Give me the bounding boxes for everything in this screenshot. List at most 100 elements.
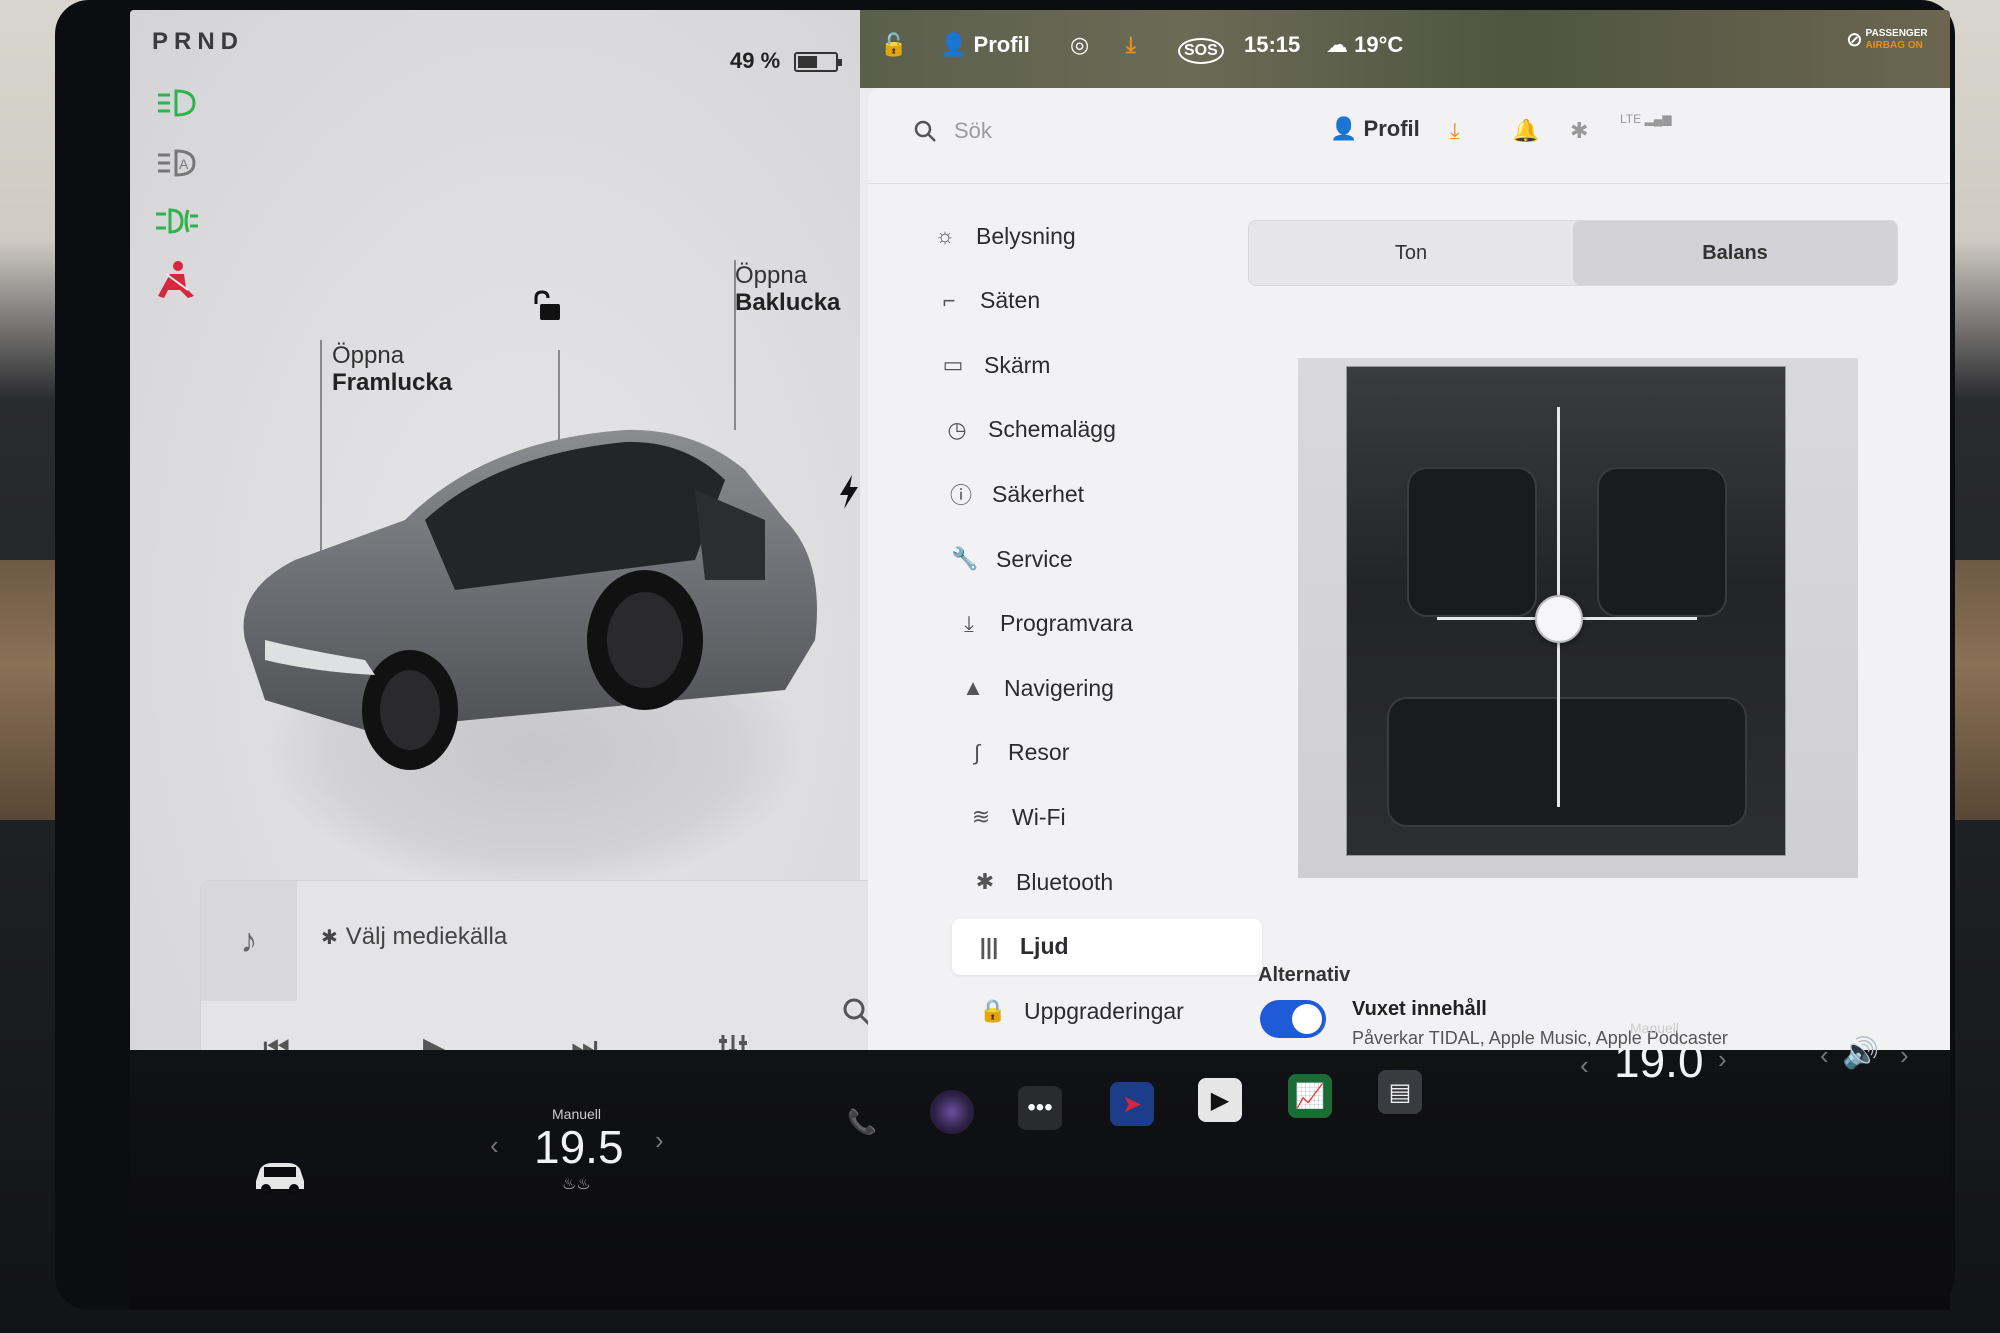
left-temp-decrease[interactable]: ‹: [490, 1130, 499, 1161]
nav-item-belysning[interactable]: ☼ Belysning: [908, 208, 1218, 264]
nav-item-label: Säkerhet: [992, 480, 1085, 507]
car-icon[interactable]: [250, 1155, 310, 1195]
right-temp-decrease[interactable]: ‹: [1580, 1050, 1589, 1081]
auto-headlight-icon[interactable]: A: [154, 146, 198, 180]
seat-icon: ⌐: [942, 287, 956, 313]
navigation-icon: ▲: [962, 675, 984, 701]
sun-icon: ☼: [934, 223, 956, 248]
notification-bell-icon[interactable]: 🔔: [1512, 118, 1539, 144]
gear-selector[interactable]: PRND: [152, 28, 244, 56]
nav-item-programvara[interactable]: ⤓ Programvara: [932, 596, 1242, 652]
fog-light-icon[interactable]: [154, 204, 198, 238]
trunk-open-label[interactable]: Öppna Baklucka: [735, 262, 840, 316]
more-icon[interactable]: •••: [1018, 1086, 1062, 1130]
nav-item-label: Ljud: [1020, 933, 1069, 960]
phone-icon[interactable]: 📞: [840, 1100, 884, 1144]
rear-seat: [1387, 697, 1747, 827]
front-left-seat: [1407, 467, 1537, 617]
unlock-icon[interactable]: [530, 290, 564, 324]
sos-icon[interactable]: SOS: [1178, 38, 1224, 64]
bluetooth-status-icon[interactable]: ✱: [1570, 118, 1588, 144]
nav-item-säten[interactable]: ⌐ Säten: [912, 273, 1222, 329]
clock-icon: ◷: [947, 416, 967, 442]
battery-percent: 49 %: [730, 48, 781, 73]
wifi-icon: ≋: [971, 804, 991, 830]
person-icon: 👤: [940, 32, 974, 57]
nav-item-label: Skärm: [984, 351, 1051, 378]
nav-item-label: Programvara: [1000, 610, 1133, 637]
stocks-icon[interactable]: 📈: [1288, 1074, 1332, 1118]
tab-balans[interactable]: Balans: [1573, 221, 1897, 285]
touchscreen: PRND 49 % A Öppna Framlucka Öppna Bakluc…: [130, 10, 1950, 1140]
nav-item-label: Navigering: [1004, 674, 1114, 701]
person-icon: 👤: [1330, 116, 1364, 141]
tab-ton[interactable]: Ton: [1249, 221, 1573, 285]
left-temperature[interactable]: 19.5: [534, 1120, 624, 1174]
settings-topbar: 👤 Profil ⤓ 🔔 ✱ LTE ▂▄▆: [868, 88, 1950, 184]
status-profile[interactable]: 👤 Profil: [940, 32, 1030, 58]
lte-label: LTE: [1620, 112, 1642, 126]
nav-item-label: Service: [996, 545, 1073, 572]
trips-icon: ∫: [973, 739, 981, 765]
nav-item-label: Schemalägg: [988, 416, 1116, 443]
nav-item-säkerhet[interactable]: ⓘ Säkerhet: [924, 466, 1234, 522]
balance-control: [1298, 358, 1858, 878]
nav-item-service[interactable]: 🔧 Service: [928, 531, 1238, 587]
balance-handle[interactable]: [1535, 595, 1583, 643]
cabin-top-view-image: [1346, 366, 1786, 856]
car-panel: PRND 49 % A Öppna Framlucka Öppna Bakluc…: [130, 10, 920, 1140]
settings-panel: 👤 Profil ⤓ 🔔 ✱ LTE ▂▄▆ ☼ Belysning ⌐ Säten ▭…: [868, 88, 1950, 1140]
seat-heater-icon[interactable]: ♨♨: [562, 1174, 591, 1194]
airbag-line2: AIRBAG ON: [1865, 40, 1923, 51]
screen-icon: ▭: [942, 352, 964, 378]
navigation-app-icon[interactable]: ➤: [1110, 1082, 1154, 1126]
album-art: ♪: [201, 881, 297, 1001]
front-right-seat: [1597, 467, 1727, 617]
nav-item-schemalägg[interactable]: ◷ Schemalägg: [920, 402, 1230, 458]
settings-profile-button[interactable]: 👤 Profil: [1330, 116, 1420, 142]
nav-item-label: Säten: [980, 287, 1041, 314]
safety-icon: ⓘ: [949, 483, 972, 509]
nav-item-skärm[interactable]: ▭ Skärm: [916, 337, 1226, 393]
adult-content-toggle[interactable]: [1260, 1000, 1326, 1038]
nav-item-wi-fi[interactable]: ≋ Wi-Fi: [944, 789, 1254, 845]
media-source-selector[interactable]: ✱ Välj mediekälla: [321, 923, 507, 951]
nav-item-uppgraderingar[interactable]: 🔒 Uppgraderingar: [956, 983, 1266, 1039]
nav-item-label: Belysning: [976, 222, 1076, 249]
toybox-icon[interactable]: ▤: [1378, 1070, 1422, 1114]
bluetooth-icon: ✱: [321, 927, 338, 949]
software-download-icon[interactable]: ⤓: [1450, 118, 1460, 144]
camera-icon[interactable]: [930, 1090, 974, 1134]
right-temp-increase[interactable]: ›: [1718, 1044, 1727, 1075]
volume-icon[interactable]: 🔊: [1842, 1036, 1879, 1071]
options-header: Alternativ: [1258, 964, 1351, 986]
seatbelt-warning-icon: [154, 260, 198, 302]
right-temperature[interactable]: 19.0: [1614, 1034, 1704, 1088]
volume-decrease[interactable]: ‹: [1820, 1040, 1829, 1071]
status-lock-icon[interactable]: 🔓: [880, 32, 907, 58]
frunk-label-line2: Framlucka: [332, 369, 453, 396]
headlight-icon[interactable]: [154, 86, 198, 120]
svg-text:A: A: [179, 156, 189, 172]
media-source-label: Välj mediekälla: [345, 923, 508, 950]
nav-item-label: Wi-Fi: [1012, 803, 1066, 830]
nav-item-ljud[interactable]: ||| Ljud: [952, 918, 1262, 975]
airbag-line1: PASSENGER: [1865, 28, 1928, 39]
status-profile-label: Profil: [973, 32, 1030, 57]
status-download-icon[interactable]: ⤓: [1126, 32, 1136, 58]
nav-item-resor[interactable]: ∫ Resor: [940, 725, 1250, 781]
car-model-image: [243, 429, 818, 770]
nav-item-bluetooth[interactable]: ✱ Bluetooth: [948, 854, 1258, 910]
sentry-icon[interactable]: ◎: [1070, 32, 1089, 58]
nav-item-navigering[interactable]: ▲ Navigering: [936, 660, 1246, 716]
theater-icon[interactable]: ▶: [1198, 1078, 1242, 1122]
bluetooth-icon: ✱: [975, 869, 995, 894]
lte-signal-icon: LTE ▂▄▆: [1620, 112, 1672, 126]
clock-time: 15:15: [1244, 32, 1301, 57]
frunk-open-label[interactable]: Öppna Framlucka: [332, 342, 452, 396]
frunk-label-line1: Öppna: [332, 342, 405, 369]
left-temp-increase[interactable]: ›: [655, 1125, 664, 1156]
volume-increase[interactable]: ›: [1900, 1040, 1909, 1071]
bottom-dock: ‹ Manuell 19.5 › ♨♨ 📞 ••• ➤ ▶ 📈 ▤ ‹ Manu…: [130, 1020, 1950, 1310]
settings-search-input[interactable]: [954, 114, 1314, 148]
